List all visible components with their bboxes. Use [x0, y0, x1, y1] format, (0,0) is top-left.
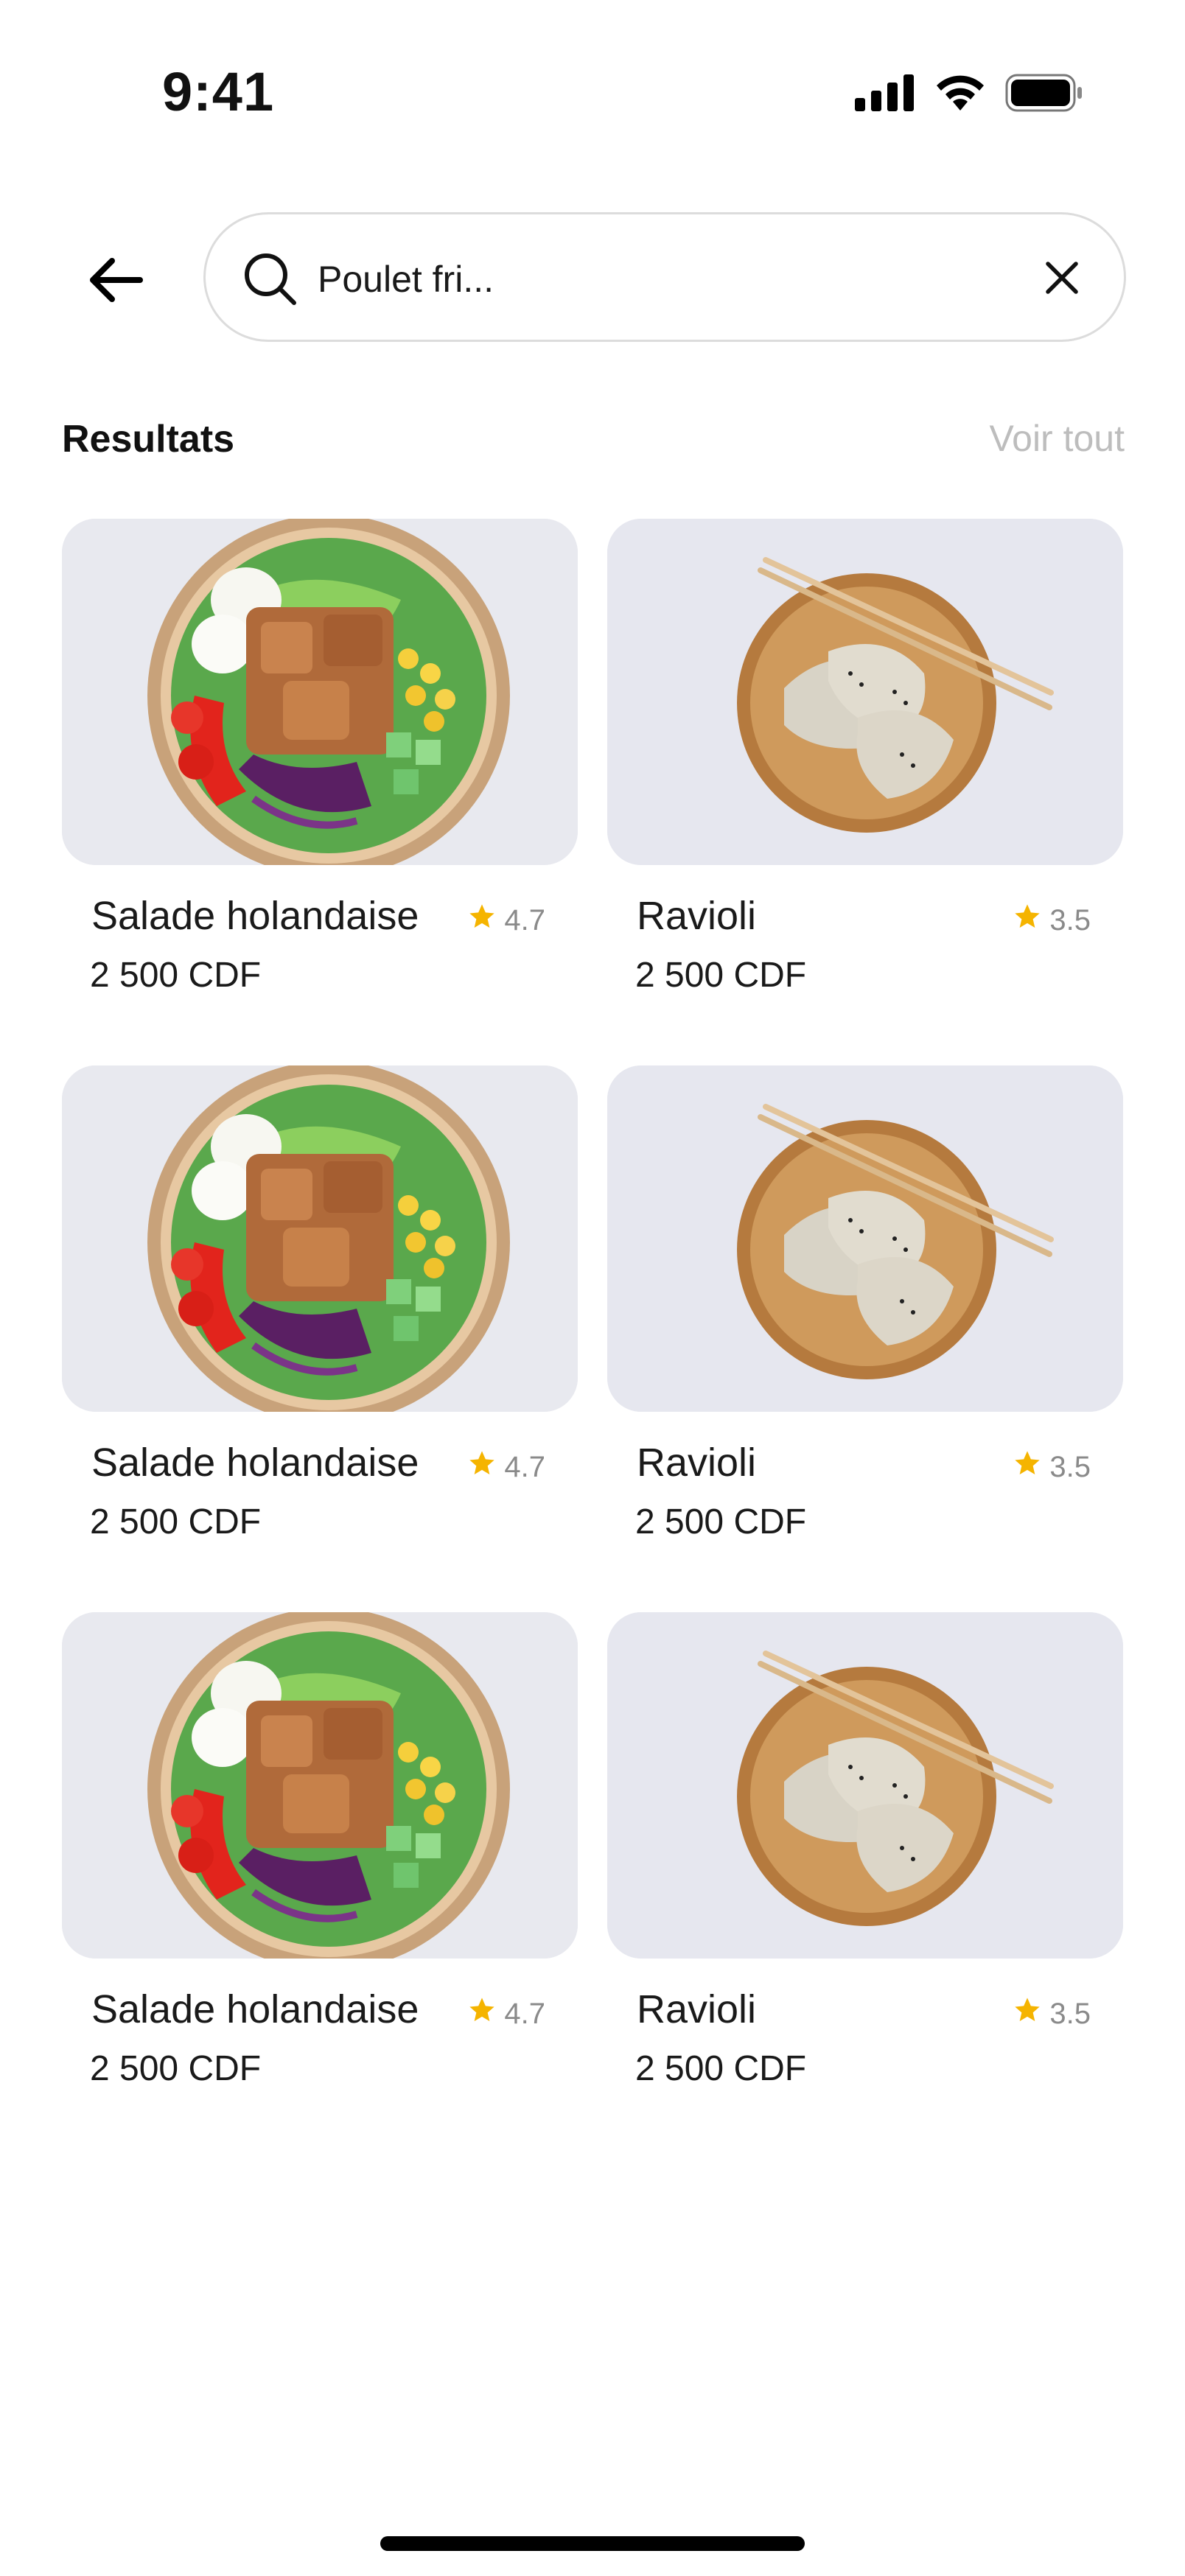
rating-value: 3.5	[1049, 1450, 1091, 1483]
item-price: 2 500 CDF	[635, 956, 807, 995]
star-icon	[467, 1995, 497, 2032]
item-name: Ravioli	[637, 1441, 757, 1485]
see-all-link[interactable]: Voir tout	[990, 417, 1125, 460]
results-grid: Salade holandaise 4.7 2 500 CDF Ravioli …	[62, 519, 1123, 2088]
item-price: 2 500 CDF	[90, 1502, 262, 1541]
result-card[interactable]: Salade holandaise 4.7 2 500 CDF	[62, 519, 578, 995]
star-icon	[467, 1449, 497, 1485]
star-icon	[1013, 1995, 1042, 2032]
rating-value: 3.5	[1049, 903, 1091, 937]
item-name: Salade holandaise	[91, 1987, 419, 2031]
arrow-left-icon	[87, 256, 143, 307]
salad-image	[62, 1612, 578, 1959]
item-name: Salade holandaise	[91, 894, 419, 938]
item-rating: 4.7	[467, 1995, 545, 2032]
item-rating: 3.5	[1013, 902, 1091, 939]
cellular-signal-icon	[855, 74, 915, 115]
search-icon	[235, 244, 306, 315]
item-rating: 4.7	[467, 1449, 545, 1485]
clear-search-button[interactable]	[1030, 247, 1094, 312]
close-icon	[1044, 259, 1080, 300]
result-card[interactable]: Ravioli 3.5 2 500 CDF	[607, 1612, 1123, 2088]
status-time: 9:41	[162, 61, 275, 122]
ravioli-image	[607, 1065, 1123, 1412]
battery-icon	[1005, 74, 1083, 116]
salad-image	[62, 519, 578, 865]
item-price: 2 500 CDF	[90, 2049, 262, 2088]
ravioli-image	[607, 1612, 1123, 1959]
result-card[interactable]: Salade holandaise 4.7 2 500 CDF	[62, 1612, 578, 2088]
item-price: 2 500 CDF	[635, 1502, 807, 1541]
salad-image	[62, 1065, 578, 1412]
home-indicator[interactable]	[380, 2536, 805, 2551]
rating-value: 4.7	[504, 903, 545, 937]
wifi-icon	[934, 74, 986, 116]
rating-value: 3.5	[1049, 1997, 1091, 2030]
status-bar: 9:41	[0, 0, 1185, 192]
results-title: Resultats	[62, 418, 235, 461]
star-icon	[1013, 902, 1042, 939]
rating-value: 4.7	[504, 1997, 545, 2030]
item-name: Ravioli	[637, 1987, 757, 2031]
result-card[interactable]: Ravioli 3.5 2 500 CDF	[607, 1065, 1123, 1541]
item-rating: 4.7	[467, 902, 545, 939]
item-name: Salade holandaise	[91, 1441, 419, 1485]
back-button[interactable]	[77, 243, 153, 320]
status-icons	[855, 74, 1083, 116]
item-price: 2 500 CDF	[90, 956, 262, 995]
item-rating: 3.5	[1013, 1449, 1091, 1485]
result-card[interactable]: Ravioli 3.5 2 500 CDF	[607, 519, 1123, 995]
star-icon	[467, 902, 497, 939]
search-bar[interactable]: Poulet fri...	[203, 212, 1126, 342]
rating-value: 4.7	[504, 1450, 545, 1483]
ravioli-image	[607, 519, 1123, 865]
search-input[interactable]: Poulet fri...	[318, 250, 494, 309]
star-icon	[1013, 1449, 1042, 1485]
item-price: 2 500 CDF	[635, 2049, 807, 2088]
result-card[interactable]: Salade holandaise 4.7 2 500 CDF	[62, 1065, 578, 1541]
item-name: Ravioli	[637, 894, 757, 938]
item-rating: 3.5	[1013, 1995, 1091, 2032]
